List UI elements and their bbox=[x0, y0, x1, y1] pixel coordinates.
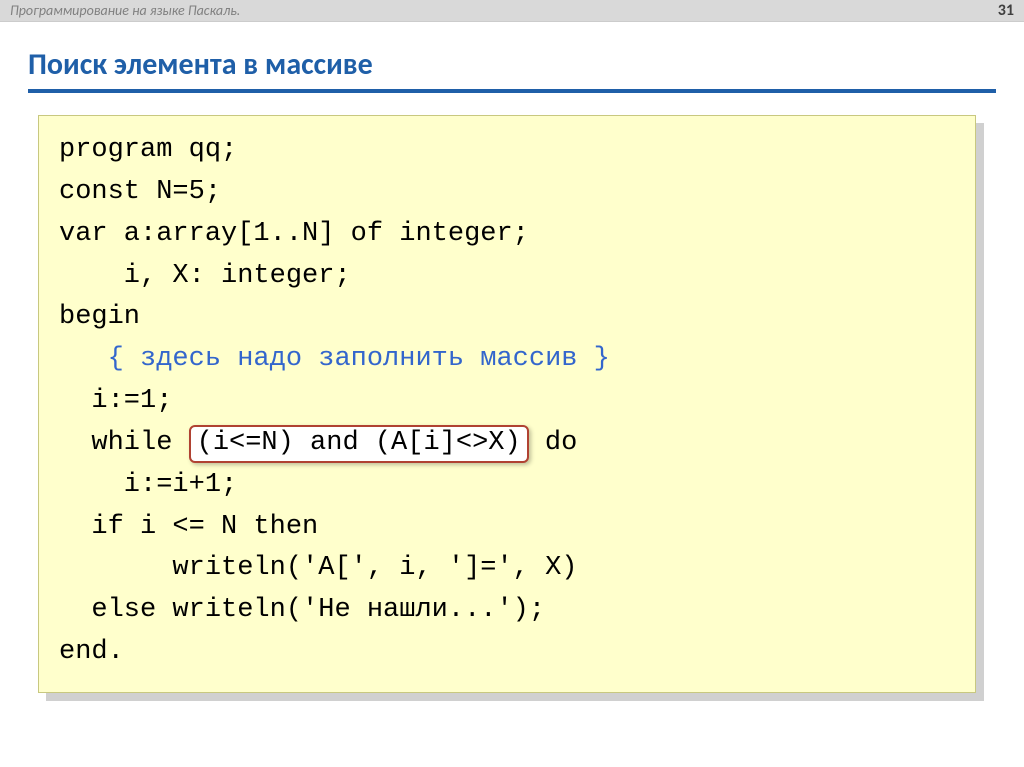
code-line: program qq; bbox=[59, 130, 955, 172]
slide-title: Поиск элемента в массиве bbox=[28, 46, 996, 93]
code-highlight-line: while (i<=N) and (A[i]<>X) do bbox=[59, 423, 955, 465]
code-comment: { здесь надо заполнить массив } bbox=[59, 339, 955, 381]
code-line: writeln('A[', i, ']=', X) bbox=[59, 548, 955, 590]
code-line: i, X: integer; bbox=[59, 256, 955, 298]
code-text: while bbox=[59, 428, 189, 458]
code-line: i:=1; bbox=[59, 381, 955, 423]
code-block: program qq; const N=5; var a:array[1..N]… bbox=[38, 115, 976, 693]
code-line: begin bbox=[59, 297, 955, 339]
highlight-condition: (i<=N) and (A[i]<>X) bbox=[189, 425, 529, 463]
code-text: do bbox=[529, 428, 578, 458]
slide-content: Поиск элемента в массиве program qq; con… bbox=[0, 22, 1024, 693]
code-line: var a:array[1..N] of integer; bbox=[59, 214, 955, 256]
code-line: else writeln('Не нашли...'); bbox=[59, 590, 955, 632]
code-line: i:=i+1; bbox=[59, 465, 955, 507]
code-line: const N=5; bbox=[59, 172, 955, 214]
code-line: end. bbox=[59, 632, 955, 674]
page-number: 31 bbox=[998, 1, 1014, 20]
code-example: program qq; const N=5; var a:array[1..N]… bbox=[38, 115, 976, 693]
code-line: if i <= N then bbox=[59, 507, 955, 549]
header-bar: Программирование на языке Паскаль. 31 bbox=[0, 0, 1024, 22]
header-title: Программирование на языке Паскаль. bbox=[10, 2, 240, 19]
